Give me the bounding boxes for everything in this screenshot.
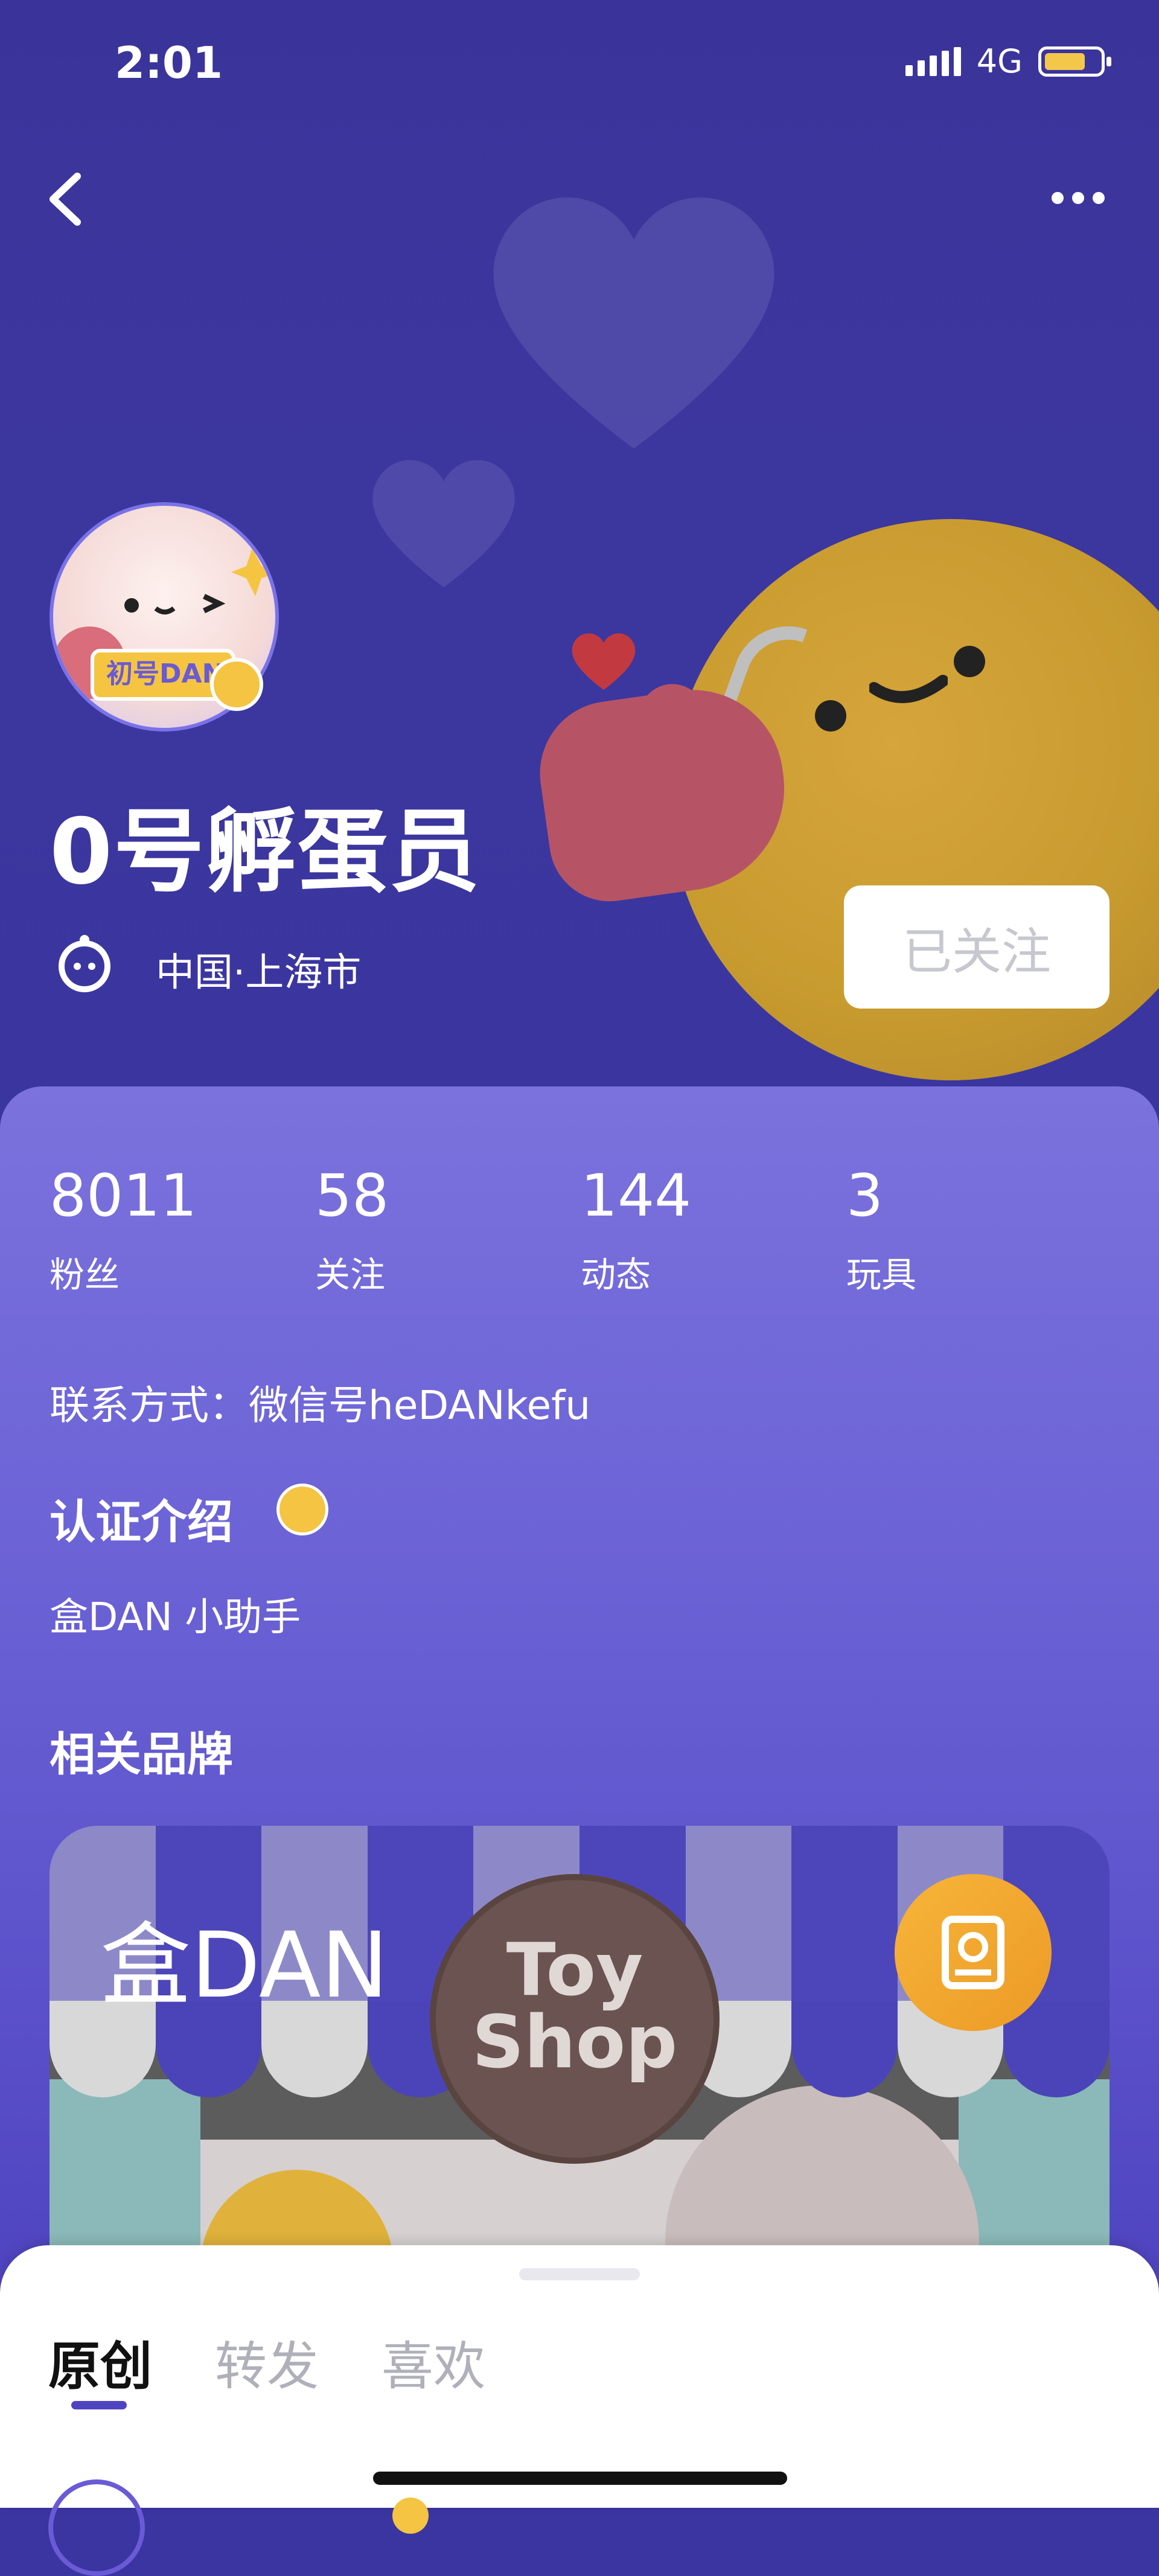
status-indicators: 4G: [905, 42, 1111, 80]
heart-decoration-icon: [493, 197, 774, 449]
home-indicator: [373, 2472, 787, 2485]
book-icon[interactable]: [895, 1874, 1052, 2031]
brand-card[interactable]: Toy Shop 盒DAN: [49, 1826, 1110, 2309]
network-label: 4G: [976, 42, 1023, 80]
smile-badge-icon: [210, 658, 263, 711]
certified-badge-icon: [276, 1484, 328, 1535]
battery-icon: [1038, 46, 1111, 77]
mascot-eye: [954, 646, 985, 677]
stat-value: 144: [581, 1162, 692, 1229]
smile-badge-icon: [392, 2498, 429, 2534]
chevron-left-icon[interactable]: [42, 169, 91, 229]
brands-title: 相关品牌: [49, 1727, 233, 1781]
stat-label: 玩具: [846, 1254, 917, 1295]
mascot-eye: [815, 700, 846, 732]
stat-followers[interactable]: 8011 粉丝: [49, 1162, 197, 1297]
contact-info: 联系方式：微信号heDANkefu: [49, 1382, 591, 1429]
stat-posts[interactable]: 144 动态: [581, 1162, 691, 1297]
brand-name: 盒DAN: [100, 1913, 389, 2018]
active-tab-indicator: [71, 2401, 127, 2409]
tab-original[interactable]: 原创: [48, 2324, 152, 2399]
stat-value: 8011: [49, 1162, 197, 1229]
stat-value: 3: [846, 1162, 884, 1229]
stat-label: 关注: [315, 1254, 386, 1295]
stat-value: 58: [315, 1162, 389, 1229]
small-heart-decoration-icon: [372, 460, 515, 587]
sheet-grabber[interactable]: [519, 2268, 640, 2280]
signal-icon: [905, 46, 961, 76]
post-avatar[interactable]: [48, 2479, 145, 2576]
status-time: 2:01: [115, 37, 223, 88]
toy-shop-logo: Toy Shop: [430, 1874, 720, 2164]
follow-button[interactable]: 已关注: [844, 885, 1110, 1009]
profile-location: 中国·上海市: [156, 951, 362, 995]
mascot-mouth: [869, 675, 948, 703]
content-sheet: [0, 2245, 1159, 2508]
red-heart-icon: [572, 633, 636, 690]
stat-label: 动态: [581, 1254, 651, 1295]
certification-title: 认证介绍: [49, 1495, 233, 1549]
location-pin-icon: [59, 935, 110, 992]
stat-following[interactable]: 58 关注: [315, 1162, 389, 1297]
stat-label: 粉丝: [49, 1254, 120, 1295]
certification-description: 盒DAN 小助手: [49, 1595, 301, 1640]
profile-name: 0号孵蛋员: [49, 800, 481, 905]
more-dots-icon[interactable]: [1052, 192, 1105, 204]
tab-likes[interactable]: 喜欢: [382, 2324, 485, 2399]
tab-reposts[interactable]: 转发: [215, 2324, 319, 2399]
stat-toys[interactable]: 3 玩具: [846, 1162, 916, 1297]
